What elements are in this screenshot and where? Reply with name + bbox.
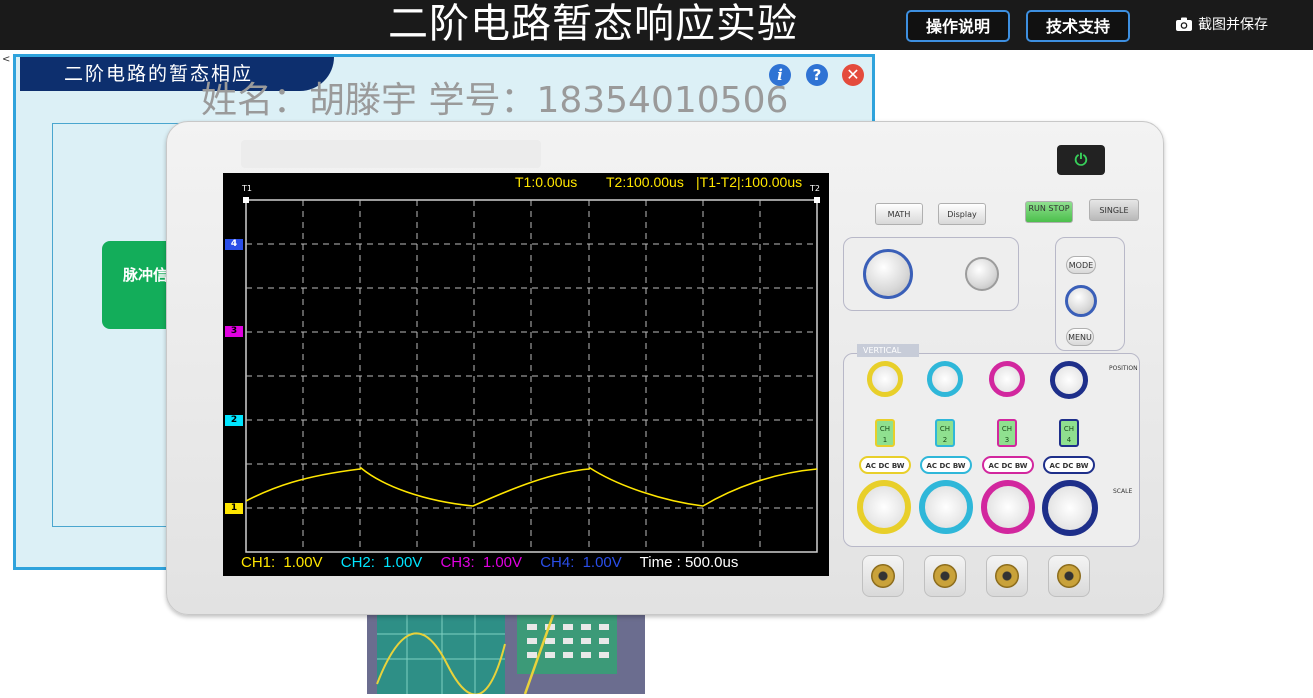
- help-icon[interactable]: ?: [806, 64, 828, 86]
- ch1-marker[interactable]: 1: [225, 503, 243, 514]
- menu-button[interactable]: MENU: [1066, 328, 1094, 346]
- mode-button[interactable]: MODE: [1066, 256, 1096, 274]
- ch4-scale: 1.00V: [582, 554, 622, 571]
- ch1-coupling[interactable]: AC DC BW: [859, 456, 911, 474]
- ch2-button[interactable]: CH 2: [935, 419, 955, 447]
- student-info-watermark: 姓名：胡滕宇 学号：18354010506: [201, 80, 789, 121]
- oscilloscope[interactable]: T1:0.00us T2:100.00us |T1-T2|:100.00us T…: [166, 121, 1164, 615]
- ch1-input-connector[interactable]: [862, 555, 904, 597]
- ch4-scale-knob[interactable]: [1042, 480, 1098, 536]
- ch2-coupling[interactable]: AC DC BW: [920, 456, 972, 474]
- timebase-readout: Time : 500.0us: [639, 554, 739, 571]
- close-icon[interactable]: ✕: [842, 64, 864, 86]
- ch3-name: CH3:: [440, 554, 475, 571]
- ch3-input-connector[interactable]: [986, 555, 1028, 597]
- scope-top-strip: [241, 140, 541, 168]
- channel-status-line: CH1: 1.00V CH2: 1.00V CH3: 1.00V CH4: 1.…: [241, 554, 742, 571]
- trigger-level-knob[interactable]: [1065, 285, 1097, 317]
- ch1-position-knob[interactable]: [867, 361, 903, 397]
- scale-label: SCALE: [1113, 488, 1133, 495]
- ch2-marker[interactable]: 2: [225, 415, 243, 426]
- vertical-section-label: VERTICAL: [857, 344, 919, 357]
- ch4-name: CH4:: [540, 554, 575, 571]
- ch4-marker[interactable]: 4: [225, 239, 243, 250]
- horizontal-scale-knob[interactable]: [863, 249, 913, 299]
- ch3-coupling[interactable]: AC DC BW: [982, 456, 1034, 474]
- ch2-name: CH2:: [340, 554, 375, 571]
- device-illustration: [376, 603, 617, 696]
- horizontal-position-knob[interactable]: [965, 257, 999, 291]
- ch2-input-connector[interactable]: [924, 555, 966, 597]
- screenshot-label: 截图并保存: [1198, 17, 1268, 33]
- cursor-t1-tag[interactable]: T1: [242, 184, 252, 193]
- ch1-scale-knob[interactable]: [857, 480, 911, 534]
- ch4-position-knob[interactable]: [1050, 361, 1088, 399]
- camera-icon: [1176, 17, 1192, 31]
- ch1-button[interactable]: CH 1: [875, 419, 895, 447]
- ch3-button[interactable]: CH 3: [997, 419, 1017, 447]
- ch1-name: CH1:: [241, 554, 276, 571]
- info-icon[interactable]: i: [769, 64, 791, 86]
- ch4-button[interactable]: CH 4: [1059, 419, 1079, 447]
- single-button[interactable]: SINGLE: [1089, 199, 1139, 221]
- position-label: POSITION: [1109, 365, 1138, 372]
- ch2-scale-knob[interactable]: [919, 480, 973, 534]
- power-button[interactable]: ⏻: [1057, 145, 1105, 175]
- operation-guide-button[interactable]: 操作说明: [906, 10, 1010, 42]
- top-bar: 二阶电路暂态响应实验 操作说明 技术支持 截图并保存: [0, 0, 1313, 50]
- ch4-coupling[interactable]: AC DC BW: [1043, 456, 1095, 474]
- ch2-position-knob[interactable]: [927, 361, 963, 397]
- ch1-scale: 1.00V: [283, 554, 323, 571]
- scope-screen: T1:0.00us T2:100.00us |T1-T2|:100.00us T…: [223, 173, 829, 576]
- ch3-position-knob[interactable]: [989, 361, 1025, 397]
- signal-generator-device[interactable]: [367, 603, 645, 696]
- math-button[interactable]: MATH: [875, 203, 923, 225]
- app-title: 二阶电路暂态响应实验: [388, 1, 798, 47]
- ch2-scale: 1.00V: [383, 554, 423, 571]
- tech-support-button[interactable]: 技术支持: [1026, 10, 1130, 42]
- ch3-scale: 1.00V: [482, 554, 523, 571]
- ch4-input-connector[interactable]: [1048, 555, 1090, 597]
- ch3-scale-knob[interactable]: [981, 480, 1035, 534]
- display-button[interactable]: Display: [938, 203, 986, 225]
- collapse-arrow[interactable]: <: [2, 54, 10, 65]
- run-stop-button[interactable]: RUN STOP: [1025, 201, 1073, 223]
- screenshot-save-button[interactable]: 截图并保存: [1176, 14, 1268, 34]
- scope-graticule: [243, 197, 820, 553]
- cursor-t2-tag[interactable]: T2: [810, 184, 820, 193]
- ch3-marker[interactable]: 3: [225, 326, 243, 337]
